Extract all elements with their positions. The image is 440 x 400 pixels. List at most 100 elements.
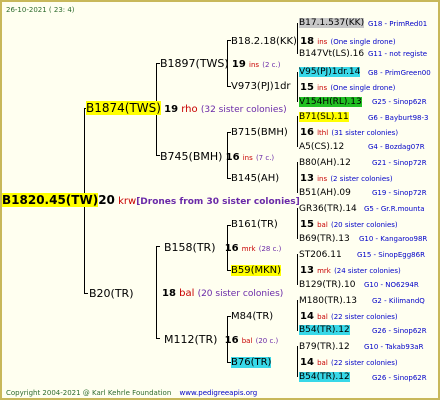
g2-c-unit: mrk	[241, 245, 256, 253]
g2-d-note: (20 c.)	[255, 337, 279, 345]
connector	[84, 293, 88, 294]
g2-d-id[interactable]: M112(TR)	[164, 333, 217, 346]
g3-b1-data: 16 lthl (31 sister colonies)	[300, 126, 398, 140]
g3-d2-unit: bal	[317, 359, 328, 367]
g4-code: G11 - not registe	[368, 50, 428, 58]
g1-top-num: 19	[164, 104, 179, 115]
g3-c2-id[interactable]: B59(MKN)	[231, 264, 282, 277]
g3-d2-note: (22 sister colonies)	[330, 359, 398, 367]
g4-code: G25 - Sinop62R	[372, 98, 427, 106]
g4-node[interactable]: B147Vt(LS).16	[299, 48, 364, 61]
g3-a1-node[interactable]: B18.2.18(KK) 18 ins (One single drone)	[231, 35, 396, 49]
g4-node[interactable]: B71(SL).11	[299, 111, 349, 124]
connector	[297, 116, 298, 147]
g4-code: G15 - SinopEgg86R	[357, 251, 425, 259]
g4-code: G26 - Sinop62R	[372, 327, 427, 335]
g1-top-node[interactable]: B1874(TWS) 19 rho (32 sister colonies)	[86, 101, 287, 117]
g4-node[interactable]: V154H(RL).13	[299, 96, 362, 109]
g3-c1-num: 15	[300, 219, 314, 230]
g4-code: G26 - Sinop62R	[372, 374, 427, 382]
g4-node[interactable]: ST206.11	[299, 249, 342, 262]
g4-code: G10 - NO6294R	[364, 281, 419, 289]
g3-b2-unit: ins	[317, 175, 328, 183]
g4-code: G6 - Bayburt98-3	[368, 114, 429, 122]
g4-node[interactable]: B51(AH).09	[299, 187, 351, 200]
g3-d1-data: 14 bal (22 sister colonies)	[300, 310, 398, 324]
g3-c1-data: 15 bal (20 sister colonies)	[300, 218, 398, 232]
g3-d1-note: (22 sister colonies)	[330, 313, 398, 321]
g1-top-unit: rho	[181, 104, 198, 115]
g3-d1-unit: bal	[317, 313, 328, 321]
g3-d2-id[interactable]: B76(TR)	[231, 356, 272, 369]
g2-a-note: (2 c.)	[262, 61, 281, 69]
g3-d2-num: 14	[300, 357, 314, 368]
g4-code: G8 - PrimGreen00	[368, 69, 431, 77]
g4-node[interactable]: GR36(TR).14	[299, 203, 357, 216]
g2-b-num: 16	[225, 152, 240, 163]
g4-code: G18 - PrimRed01	[368, 20, 428, 28]
g2-a-node[interactable]: B1897(TWS) 19 ins (2 c.)	[160, 57, 280, 72]
connector	[156, 246, 157, 338]
g3-d2-data: 14 bal (22 sister colonies)	[300, 356, 398, 370]
g3-c1-unit: bal	[317, 221, 328, 229]
g3-c2-data: 13 mrk (24 sister colonies)	[300, 264, 401, 278]
g4-code: G4 - Bozdag07R	[368, 143, 425, 151]
g3-d1-id[interactable]: M84(TR)	[231, 310, 273, 323]
g3-c1-id[interactable]: B161(TR)	[231, 218, 278, 231]
g3-a1-id[interactable]: B18.2.18(KK)	[231, 36, 297, 47]
g4-code: G10 - Kangaroo98R	[359, 235, 428, 243]
g3-b2-num: 13	[300, 173, 314, 184]
g4-node[interactable]: B79(TR).12	[299, 341, 350, 354]
g2-c-node[interactable]: B158(TR) 16 mrk (28 c.)	[164, 241, 281, 256]
g4-node[interactable]: M180(TR).13	[299, 295, 357, 308]
g4-node[interactable]: B54(TR).12	[299, 371, 350, 384]
root-num: 20	[98, 193, 115, 207]
g3-a2-id[interactable]: V973(PJ)1dr	[231, 80, 291, 93]
g4-node[interactable]: V95(PJ)1dr.14	[299, 66, 361, 79]
root-unit: krw	[118, 196, 137, 207]
g4-node[interactable]: B54(TR).12	[299, 324, 350, 337]
g4-code: G5 - Gr.R.mounta	[364, 205, 425, 213]
g2-a-id[interactable]: B1897(TWS)	[160, 57, 229, 70]
g2-c-id[interactable]: B158(TR)	[164, 241, 216, 254]
g3-a1-num: 18	[300, 36, 315, 47]
footer-site-link[interactable]: www.pedigreeapis.org	[180, 389, 258, 397]
connector	[297, 162, 298, 193]
g1-top-id[interactable]: B1874(TWS)	[86, 101, 161, 115]
g3-a2-num: 15	[300, 82, 314, 93]
g2-d-node[interactable]: M112(TR) 16 bal (20 c.)	[164, 333, 278, 348]
root-id[interactable]: B1820.45(TW)	[2, 193, 99, 207]
g3-b1-note: (31 sister colonies)	[331, 129, 399, 137]
g2-c-note: (28 c.)	[258, 245, 282, 253]
g3-a2-unit: ins	[317, 84, 328, 92]
g2-b-node[interactable]: B745(BMH) 16 ins (7 c.)	[160, 150, 274, 165]
g3-b2-note: (2 sister colonies)	[330, 175, 393, 183]
g4-code: G21 - Sinop72R	[372, 159, 427, 167]
g4-node[interactable]: B17.1.537(KK)	[299, 17, 365, 30]
g4-code: G10 - Takab93aR	[364, 343, 424, 351]
g3-c2-unit: mrk	[317, 267, 331, 275]
g4-node[interactable]: A5(CS).12	[299, 141, 344, 154]
g4-node[interactable]: B80(AH).12	[299, 157, 351, 170]
g3-b1-id[interactable]: B715(BMH)	[231, 126, 288, 139]
g2-d-unit: bal	[241, 337, 253, 345]
g2-b-unit: ins	[242, 154, 253, 162]
connector	[297, 300, 298, 331]
connector	[156, 246, 160, 247]
g3-a1-unit: ins	[317, 38, 328, 46]
g2-a-num: 19	[231, 59, 246, 70]
g4-node[interactable]: B129(TR).10	[299, 279, 355, 292]
connector	[156, 338, 160, 339]
g1-bottom-num: 18	[162, 288, 176, 299]
g4-code: G2 - KilimandQ	[372, 297, 425, 305]
g3-c1-note: (20 sister colonies)	[330, 221, 398, 229]
g3-b2-id[interactable]: B145(AH)	[231, 172, 279, 185]
connector	[297, 254, 298, 285]
g1-bottom-id[interactable]: B20(TR)	[89, 287, 134, 300]
g4-node[interactable]: B69(TR).13	[299, 233, 350, 246]
connector	[297, 208, 298, 239]
g3-a2-note: (One single drone)	[330, 84, 396, 92]
g1-top-note: (32 sister colonies)	[200, 105, 287, 115]
g2-b-id[interactable]: B745(BMH)	[160, 150, 222, 163]
root-node[interactable]: B1820.45(TW)20 krw[Drones from 30 sister…	[2, 193, 300, 209]
